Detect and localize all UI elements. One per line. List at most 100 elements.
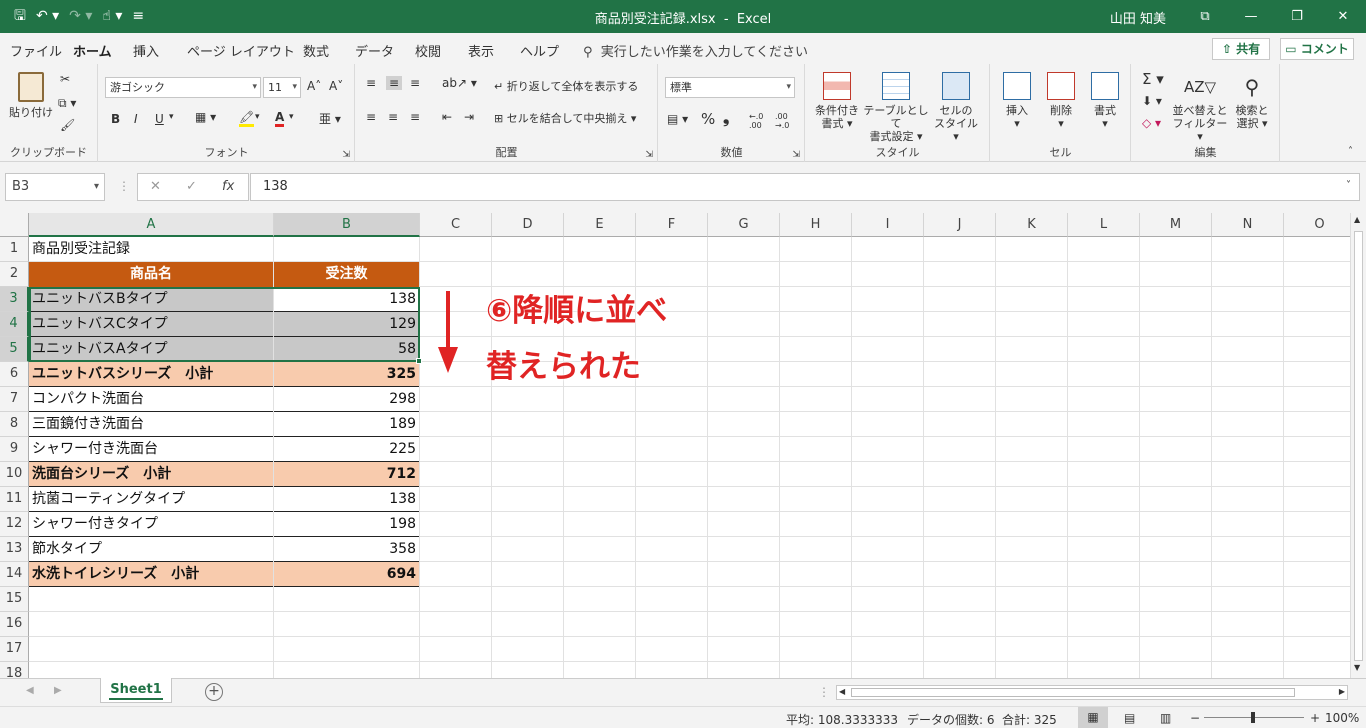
cell-a4[interactable]: ユニットバスCタイプ [29,312,273,337]
font-name-select[interactable]: 游ゴシック [105,77,261,98]
clear-icon[interactable]: ◇ ▾ [1142,116,1161,130]
cell-a5[interactable]: ユニットバスAタイプ [29,337,273,362]
row-header-9[interactable]: 9 [0,437,29,462]
copy-icon[interactable]: ⧉ ▾ [58,96,76,111]
underline-button[interactable]: U [155,112,164,126]
increase-decimal-button[interactable]: ←.0 .00 [749,112,775,130]
sort-filter-button[interactable]: AZ▽ 並べ替えと フィルター ▾ [1172,72,1228,143]
phonetic-icon[interactable]: 亜 ▾ [319,110,341,127]
paste-button[interactable]: 貼り付け [8,72,54,119]
cell-a11[interactable]: 抗菌コーティングタイプ [29,487,273,512]
vertical-scrollbar[interactable]: ▲ ▼ [1350,213,1366,678]
percent-style-button[interactable]: % [701,110,715,128]
cell-b2-header[interactable]: 受注数 [274,262,419,287]
zoom-level[interactable]: 100% [1325,711,1359,725]
row-header-5[interactable]: 5 [0,337,29,362]
zoom-in-icon[interactable]: + [1310,711,1320,725]
shrink-font-icon[interactable]: A˅ [329,79,343,93]
autosum-button[interactable]: Σ ▾ [1142,70,1164,88]
decrease-indent-icon[interactable]: ⇤ [442,110,452,124]
column-header-l[interactable]: L [1068,213,1140,237]
font-color-dropdown-icon[interactable]: ▾ [289,112,294,122]
column-header-g[interactable]: G [708,213,780,237]
scroll-left-icon[interactable]: ◀ [839,687,845,696]
accounting-format-icon[interactable]: ▤ ▾ [667,112,688,126]
tab-insert[interactable]: 挿入 [133,41,159,60]
collapse-ribbon-icon[interactable]: ˄ [1348,146,1353,157]
row-header-1[interactable]: 1 [0,237,29,262]
formula-input[interactable]: 138 [250,173,1360,201]
row-header-14[interactable]: 14 [0,562,29,587]
align-left-icon[interactable]: ≡ [366,110,376,124]
cell-b12[interactable]: 198 [274,512,419,537]
column-header-b[interactable]: B [274,213,420,237]
zoom-slider[interactable] [1204,712,1304,723]
cell-a12[interactable]: シャワー付きタイプ [29,512,273,537]
conditional-formatting-button[interactable]: 条件付き 書式 ▾ [812,72,862,130]
decrease-decimal-button[interactable]: .00 →.0 [775,112,801,130]
tab-data[interactable]: データ [355,41,394,60]
cell-a10[interactable]: 洗面台シリーズ 小計 [29,462,273,487]
cell-b11[interactable]: 138 [274,487,419,512]
cell-a13[interactable]: 節水タイプ [29,537,273,562]
italic-button[interactable]: I [134,112,138,126]
row-header-10[interactable]: 10 [0,462,29,487]
worksheet-grid[interactable]: ABCDEFGHIJKLMNO 1 2 3 4 5 6 7 8 9 10 11 12 13 14 15 16 1… [0,213,1350,678]
borders-icon[interactable]: ▦ ▾ [195,110,216,124]
cell-a2-header[interactable]: 商品名 [29,262,273,287]
cell-b9[interactable]: 225 [274,437,419,462]
expand-formula-icon[interactable]: ˅ [1346,180,1351,191]
cell-b14[interactable]: 694 [274,562,419,587]
column-header-k[interactable]: K [996,213,1068,237]
row-header-15[interactable]: 15 [0,587,29,612]
row-header-8[interactable]: 8 [0,412,29,437]
vertical-scroll-thumb[interactable] [1354,231,1363,661]
delete-cells-button[interactable]: 削除 ▾ [1041,72,1081,130]
tab-file[interactable]: ファイル [10,41,62,60]
cell-b4[interactable]: 129 [274,312,419,337]
page-layout-view-icon[interactable]: ▤ [1124,711,1135,725]
format-as-table-button[interactable]: テーブルとして 書式設定 ▾ [862,72,930,143]
page-break-view-icon[interactable]: ▥ [1160,711,1171,725]
comma-style-button[interactable]: ❟ [723,108,729,128]
cell-b13[interactable]: 358 [274,537,419,562]
normal-view-icon[interactable]: ▦ [1078,707,1108,728]
fill-icon[interactable]: ⬇ ▾ [1142,94,1162,108]
format-painter-icon[interactable]: 🖌 [60,118,75,132]
ribbon-display-icon[interactable]: ⧉ [1182,0,1228,33]
cell-a14[interactable]: 水洗トイレシリーズ 小計 [29,562,273,587]
cell-a7[interactable]: コンパクト洗面台 [29,387,273,412]
cell-b8[interactable]: 189 [274,412,419,437]
row-header-16[interactable]: 16 [0,612,29,637]
wrap-text-button[interactable]: ↵ 折り返して全体を表示する [494,80,638,93]
column-header-o[interactable]: O [1284,213,1350,237]
enter-icon[interactable]: ✓ [186,179,197,194]
row-header-11[interactable]: 11 [0,487,29,512]
column-header-d[interactable]: D [492,213,564,237]
row-header-18[interactable]: 18 [0,662,29,678]
prev-sheet-icon[interactable]: ◀ [26,685,34,696]
add-sheet-icon[interactable]: + [205,683,223,701]
column-header-f[interactable]: F [636,213,708,237]
minimize-button[interactable]: — [1228,0,1274,33]
scroll-right-icon[interactable]: ▶ [1339,687,1345,696]
tab-split-handle-icon[interactable]: ⋮ [818,685,830,699]
tab-formulas[interactable]: 数式 [303,41,329,60]
tab-help[interactable]: ヘルプ [520,41,559,60]
cell-b7[interactable]: 298 [274,387,419,412]
restore-button[interactable]: ❐ [1274,0,1320,33]
align-bottom-icon[interactable]: ≡ [410,76,420,90]
grow-font-icon[interactable]: A˄ [307,79,321,93]
cell-a1-title[interactable]: 商品別受注記録 [29,237,273,262]
column-header-n[interactable]: N [1212,213,1284,237]
column-header-c[interactable]: C [420,213,492,237]
cell-a9[interactable]: シャワー付き洗面台 [29,437,273,462]
align-center-icon[interactable]: ≡ [388,110,398,124]
tell-me-search[interactable]: ⚲ 実行したい作業を入力してください [583,41,808,60]
row-header-12[interactable]: 12 [0,512,29,537]
fill-color-dropdown-icon[interactable]: ▾ [255,112,260,122]
cell-b6[interactable]: 325 [274,362,419,387]
cell-a6[interactable]: ユニットバスシリーズ 小計 [29,362,273,387]
font-size-select[interactable]: 11 [263,77,301,98]
select-all-corner[interactable] [0,213,29,237]
